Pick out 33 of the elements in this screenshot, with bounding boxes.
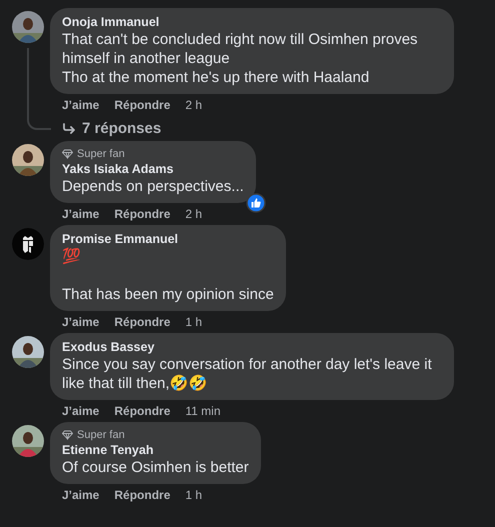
comment-time[interactable]: 2 h (185, 204, 202, 224)
author-name[interactable]: Onoja Immanuel (62, 14, 442, 30)
reply-arrow-icon (62, 123, 76, 135)
comment-text: Depends on perspectives... (62, 177, 244, 196)
reply-link[interactable]: Répondre (114, 95, 170, 115)
view-replies-link[interactable]: 7 réponses (82, 119, 162, 139)
logo-icon[interactable] (12, 228, 44, 260)
reply-link[interactable]: Répondre (114, 401, 170, 421)
comment-text: 💯 That has been my opinion since (62, 247, 274, 304)
author-name[interactable]: Exodus Bassey (62, 339, 442, 355)
author-name[interactable]: Yaks Isiaka Adams (62, 161, 244, 177)
comment-time[interactable]: 2 h (185, 95, 202, 115)
reply-link[interactable]: Répondre (114, 312, 170, 332)
like-link[interactable]: J’aime (62, 485, 100, 505)
diamond-icon (62, 149, 73, 159)
fan-badge-label: Super fan (77, 428, 125, 442)
comment-text: Of course Osimhen is better (62, 458, 249, 477)
like-link[interactable]: J’aime (62, 204, 100, 224)
diamond-icon (62, 430, 73, 440)
comment-text: That can't be concluded right now till Osimhen proves himself in another league Tho at the moment he's up there with Haaland (62, 30, 419, 87)
reply-link[interactable]: Répondre (114, 485, 170, 505)
author-name[interactable]: Promise Emmanuel (62, 231, 274, 247)
like-link[interactable]: J’aime (62, 401, 100, 421)
like-reaction-icon[interactable] (246, 193, 266, 213)
like-link[interactable]: J’aime (62, 312, 100, 332)
comment-time[interactable]: 11 min (185, 401, 221, 421)
comment-time[interactable]: 1 h (185, 485, 202, 505)
like-link[interactable]: J’aime (62, 95, 100, 115)
fan-badge-label: Super fan (77, 147, 125, 161)
author-name[interactable]: Etienne Tenyah (62, 442, 249, 458)
comment-text: Since you say conversation for another day let's leave it like that till then,🤣🤣 (62, 355, 433, 393)
reply-link[interactable]: Répondre (114, 204, 170, 224)
comment-time[interactable]: 1 h (185, 312, 202, 332)
